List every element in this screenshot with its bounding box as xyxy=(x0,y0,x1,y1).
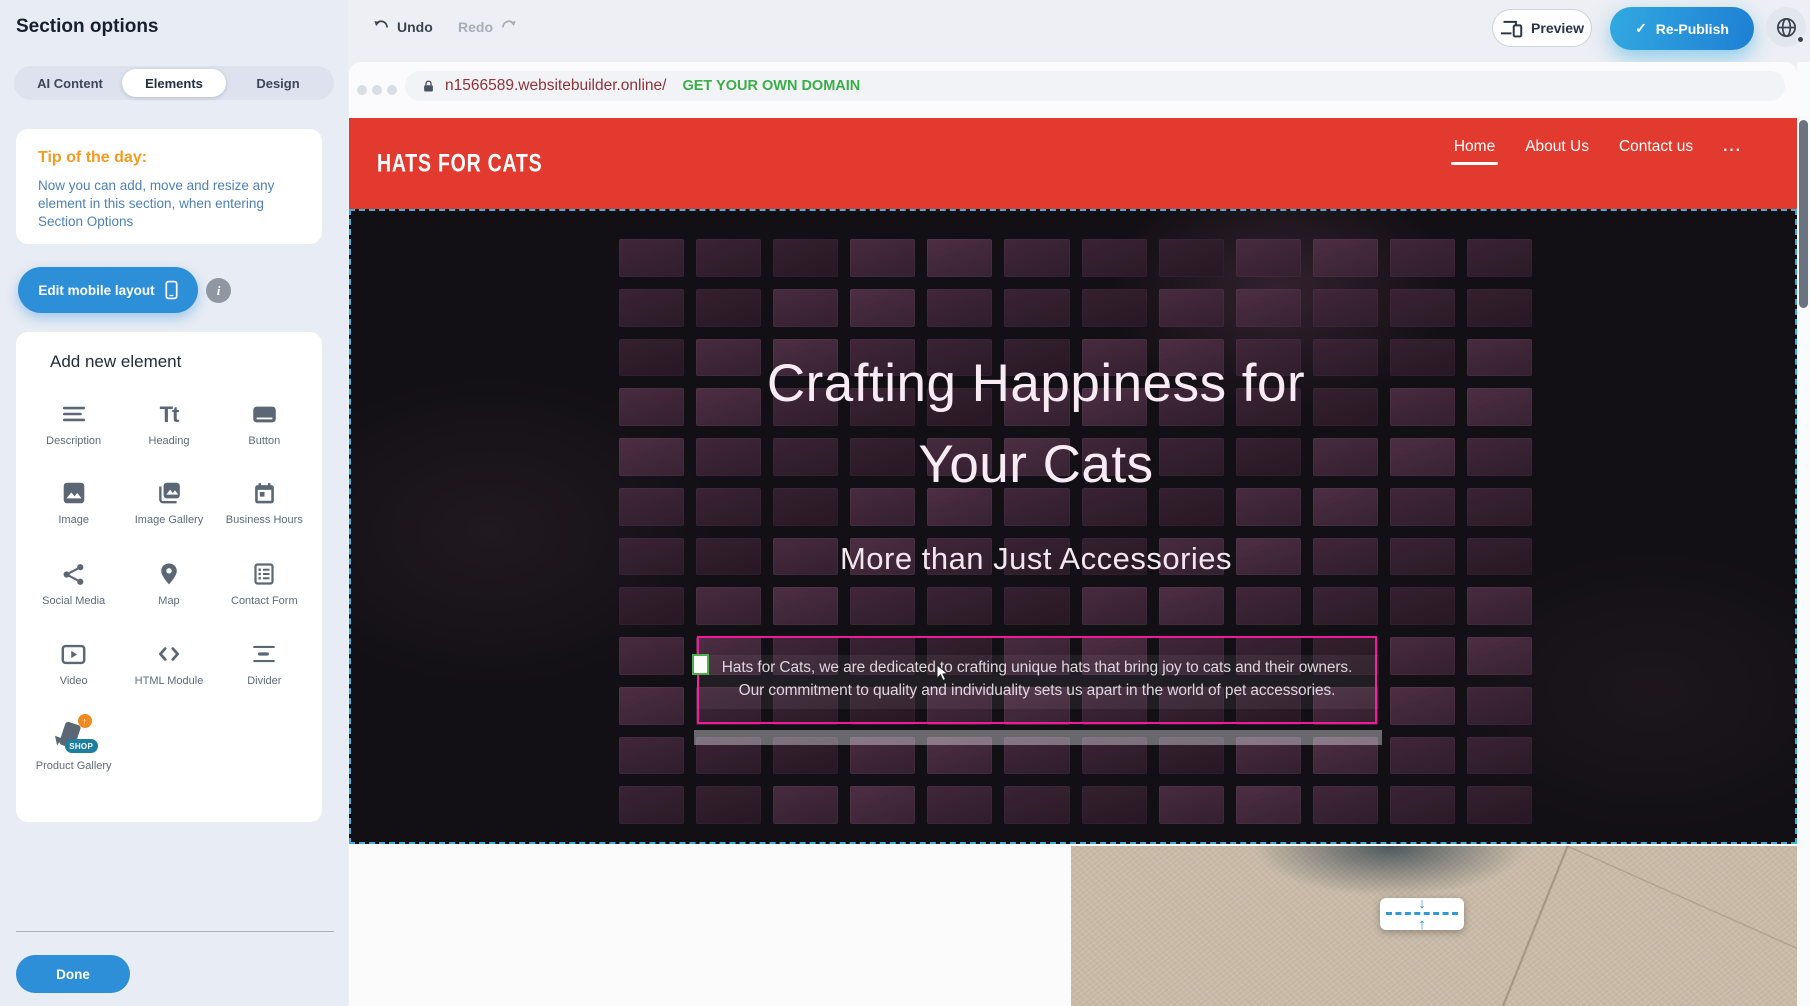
nav-home[interactable]: Home xyxy=(1454,138,1495,156)
hero-section-selected[interactable]: Crafting Happiness for Your Cats More th… xyxy=(349,209,1797,844)
description-icon xyxy=(61,400,87,428)
elements-grid: Description Tt Heading Button Image Imag… xyxy=(26,394,312,813)
element-image[interactable]: Image xyxy=(26,473,121,554)
product-gallery-icon: ↑ SHOP xyxy=(54,719,94,753)
site-preview-window: n1566589.websitebuilder.online/ GET YOUR… xyxy=(349,62,1797,1006)
address-bar[interactable]: n1566589.websitebuilder.online/ GET YOUR… xyxy=(405,71,1785,101)
browser-dots xyxy=(357,85,397,95)
globe-status-dot xyxy=(1796,35,1805,44)
site-logo: HATS FOR CATS xyxy=(377,149,542,178)
section-resize-handle[interactable]: ↓ ↑ xyxy=(1380,898,1464,930)
site-nav: Home About Us Contact us ... xyxy=(1454,138,1742,156)
video-icon xyxy=(60,640,87,668)
panel-divider xyxy=(16,931,334,932)
add-element-card: Add new element Description Tt Heading B… xyxy=(16,332,322,822)
element-description[interactable]: Description xyxy=(26,394,121,473)
resize-arrow-up-icon: ↑ xyxy=(1418,918,1426,931)
element-html-module[interactable]: HTML Module xyxy=(121,634,216,713)
element-heading[interactable]: Tt Heading xyxy=(121,394,216,473)
upgrade-arrow-badge: ↑ xyxy=(78,714,92,728)
social-media-icon xyxy=(61,560,86,588)
browser-scrollbar xyxy=(1797,62,1810,1006)
html-module-icon xyxy=(156,640,182,668)
edit-mobile-layout-button[interactable]: Edit mobile layout xyxy=(18,267,198,313)
site-header: HATS FOR CATS Home About Us Contact us .… xyxy=(349,118,1797,209)
nav-about-us[interactable]: About Us xyxy=(1525,138,1589,156)
info-icon[interactable]: i xyxy=(206,278,231,303)
element-hover-strip xyxy=(694,730,1382,745)
element-contact-form[interactable]: Contact Form xyxy=(217,554,312,634)
hero-paragraph[interactable]: Hats for Cats, we are dedicated to craft… xyxy=(699,656,1375,702)
devices-icon xyxy=(1500,19,1523,38)
get-domain-link[interactable]: GET YOUR OWN DOMAIN xyxy=(682,78,860,94)
preview-button[interactable]: Preview xyxy=(1492,9,1592,47)
scrollbar-thumb[interactable] xyxy=(1799,120,1808,308)
resize-arrow-down-icon: ↓ xyxy=(1418,897,1426,910)
tip-title: Tip of the day: xyxy=(38,149,147,167)
tab-elements[interactable]: Elements xyxy=(122,69,226,97)
browser-chrome: n1566589.websitebuilder.online/ GET YOUR… xyxy=(349,62,1797,118)
resize-dashed-line xyxy=(1386,912,1458,915)
mobile-phone-icon xyxy=(165,280,178,300)
shop-badge: SHOP xyxy=(65,739,98,753)
language-globe-button[interactable] xyxy=(1766,7,1806,47)
check-icon: ✓ xyxy=(1635,20,1647,37)
element-divider[interactable]: Divider xyxy=(217,634,312,713)
website-builder-app: Section options AI Content Elements Desi… xyxy=(0,0,1810,1006)
paragraph-selection-box[interactable]: Hats for Cats, we are dedicated to craft… xyxy=(697,636,1377,724)
add-element-title: Add new element xyxy=(50,352,181,372)
done-button[interactable]: Done xyxy=(16,955,130,993)
tab-design[interactable]: Design xyxy=(226,69,330,97)
site-url: n1566589.websitebuilder.online/ xyxy=(445,77,666,95)
globe-icon xyxy=(1775,16,1798,39)
element-image-gallery[interactable]: Image Gallery xyxy=(121,473,216,554)
nav-contact-us[interactable]: Contact us xyxy=(1619,138,1693,156)
heading-icon: Tt xyxy=(160,400,179,428)
element-social-media[interactable]: Social Media xyxy=(26,554,121,634)
tip-body: Now you can add, move and resize any ele… xyxy=(38,177,302,231)
map-pin-icon xyxy=(157,560,181,588)
redo-icon xyxy=(499,17,518,36)
element-video[interactable]: Video xyxy=(26,634,121,713)
button-icon xyxy=(251,400,278,428)
undo-button[interactable]: Undo xyxy=(372,17,433,36)
lock-icon xyxy=(421,79,436,94)
next-section-blank xyxy=(349,846,1071,1006)
element-drag-handle[interactable] xyxy=(692,654,709,675)
page-title: Section options xyxy=(16,16,159,38)
element-button[interactable]: Button xyxy=(217,394,312,473)
republish-button[interactable]: ✓ Re-Publish xyxy=(1610,7,1754,50)
divider-icon xyxy=(251,640,277,668)
element-product-gallery[interactable]: ↑ SHOP Product Gallery xyxy=(26,713,121,813)
image-icon xyxy=(61,479,87,507)
nav-more-menu[interactable]: ... xyxy=(1723,138,1742,156)
image-gallery-icon xyxy=(156,479,182,507)
tab-ai-content[interactable]: AI Content xyxy=(18,69,122,97)
mouse-cursor xyxy=(936,664,950,682)
tip-of-the-day-card: Tip of the day: Now you can add, move an… xyxy=(16,129,322,244)
hero-subheading[interactable]: More than Just Accessories xyxy=(349,541,1760,577)
undo-icon xyxy=(372,17,391,36)
element-map[interactable]: Map xyxy=(121,554,216,634)
redo-button[interactable]: Redo xyxy=(458,17,518,36)
element-business-hours[interactable]: Business Hours xyxy=(217,473,312,554)
hero-heading[interactable]: Crafting Happiness for Your Cats xyxy=(349,343,1760,505)
business-hours-icon xyxy=(252,479,277,507)
edit-mobile-label: Edit mobile layout xyxy=(38,283,154,298)
contact-form-icon xyxy=(252,560,276,588)
panel-tabs: AI Content Elements Design xyxy=(14,66,334,100)
